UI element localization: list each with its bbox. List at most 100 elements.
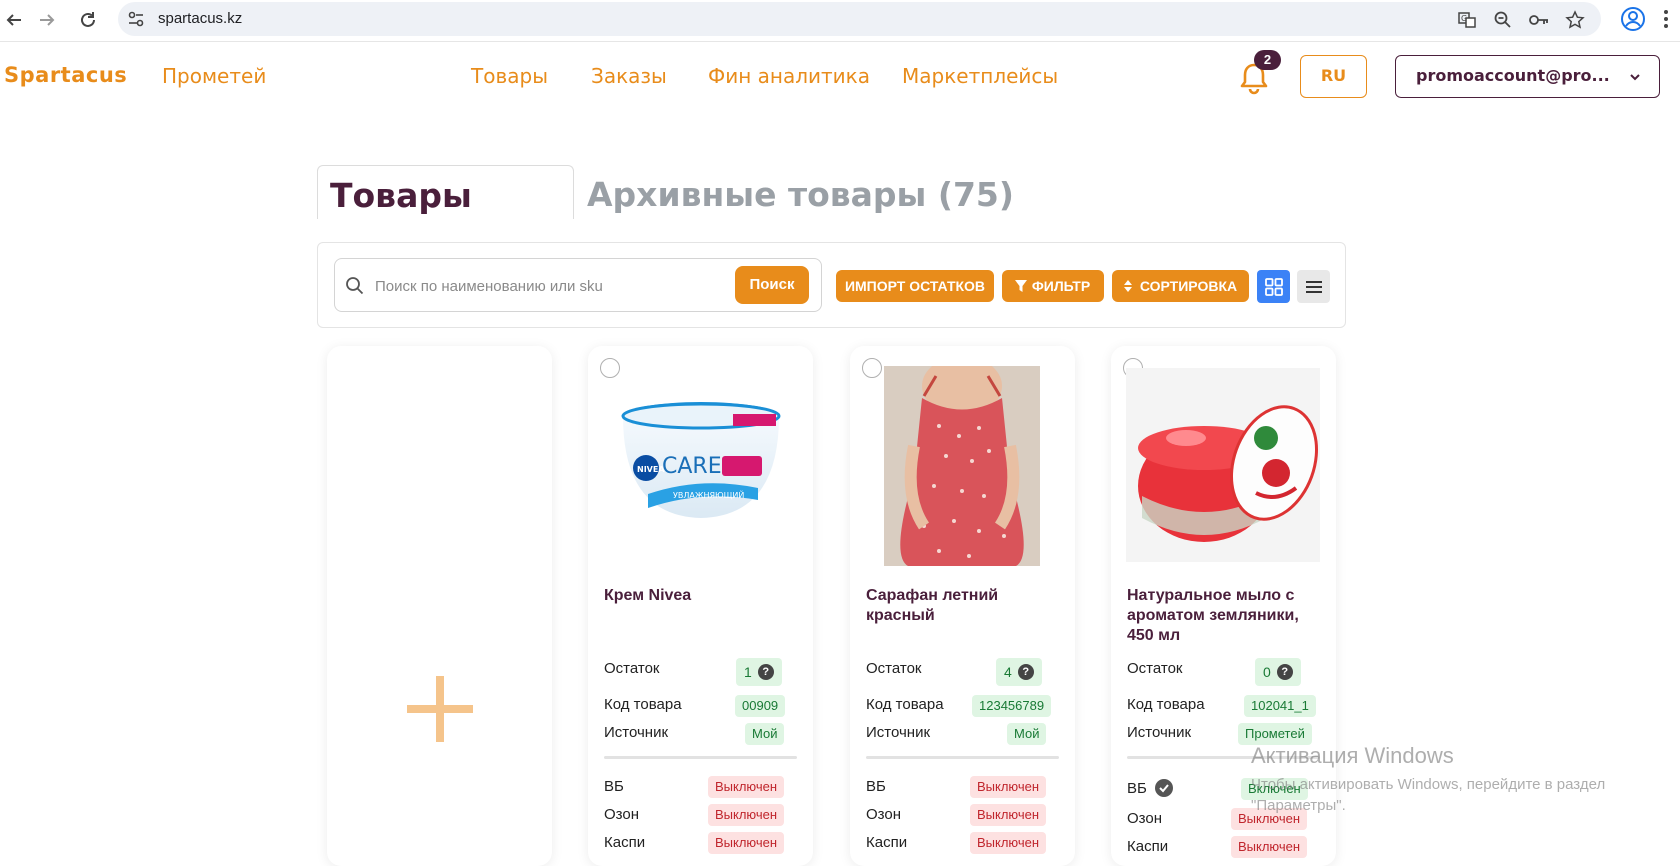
windows-activation-text: Чтобы активировать Windows, перейдите в … (1251, 776, 1606, 814)
code-label: Код товара (866, 696, 944, 713)
import-stock-button[interactable]: ИМПОРТ ОСТАТКОВ (836, 270, 994, 302)
language-button[interactable]: RU (1300, 55, 1367, 98)
kaspi-status-badge[interactable]: Выключен (1231, 836, 1308, 858)
site-settings-icon[interactable] (126, 9, 146, 29)
product-card[interactable]: Сарафан летний красный Остаток 4 ? Код т… (850, 346, 1075, 866)
stock-badge: 4 ? (996, 658, 1042, 686)
product-card[interactable]: NIVEA CARE УВЛАЖНЯЮЩИЙ Крем Nivea Остато… (588, 346, 813, 866)
bookmark-star-icon[interactable] (1564, 9, 1586, 31)
code-badge: 00909 (735, 695, 786, 717)
stock-badge: 0 ? (1255, 658, 1301, 686)
grid-view-icon[interactable] (1257, 270, 1290, 303)
svg-text:УВЛАЖНЯЮЩИЙ: УВЛАЖНЯЮЩИЙ (673, 489, 744, 500)
search-box: Поиск (334, 258, 822, 312)
wb-status-badge[interactable]: Выключен (708, 776, 785, 798)
wb-label: ВБ (866, 778, 886, 795)
translate-icon[interactable]: G (1456, 9, 1478, 31)
plus-icon (407, 676, 473, 742)
tab-products[interactable]: Товары (946) (317, 165, 574, 275)
svg-text:CARE: CARE (662, 454, 722, 479)
select-checkbox[interactable] (862, 358, 882, 378)
nav-finance[interactable]: Фин аналитика (708, 64, 870, 88)
add-product-card[interactable] (327, 346, 552, 866)
nav-prometheus[interactable]: Прометей (162, 64, 266, 88)
product-name[interactable]: Сарафан летний красный (866, 586, 1066, 626)
verified-check-icon (1155, 779, 1173, 797)
browser-menu-icon[interactable] (1656, 6, 1676, 32)
source-badge: Мой (1007, 723, 1047, 745)
url-text: spartacus.kz (158, 10, 243, 27)
help-icon[interactable]: ? (1276, 664, 1293, 680)
products-toolbar: Поиск ИМПОРТ ОСТАТКОВ ФИЛЬТР СОРТИРОВКА (317, 242, 1346, 328)
divider (604, 756, 797, 759)
source-label: Источник (604, 724, 669, 741)
kaspi-label: Каспи (604, 834, 646, 851)
help-icon[interactable]: ? (757, 664, 774, 680)
ozon-label: Озон (1127, 810, 1163, 827)
product-image-soap (1126, 368, 1320, 562)
wb-label: ВБ (1127, 780, 1147, 797)
sort-button[interactable]: СОРТИРОВКА (1112, 270, 1249, 302)
ozon-status-badge[interactable]: Выключен (970, 804, 1047, 826)
code-label: Код товара (1127, 696, 1205, 713)
account-email: promoaccount@pro... (1416, 66, 1610, 85)
kaspi-status-badge[interactable]: Выключен (970, 832, 1047, 854)
zoom-icon[interactable] (1492, 9, 1514, 31)
product-name[interactable]: Крем Nivea (604, 586, 804, 606)
nav-products[interactable]: Товары (471, 64, 548, 88)
filter-icon (1015, 280, 1027, 292)
product-image-dress (884, 366, 1040, 566)
browser-toolbar: spartacus.kz G (0, 0, 1680, 42)
wb-label: ВБ (604, 778, 624, 795)
key-icon[interactable] (1528, 9, 1550, 31)
source-label: Источник (1127, 724, 1192, 741)
sort-label: СОРТИРОВКА (1139, 278, 1238, 294)
back-icon[interactable] (0, 6, 28, 34)
logo[interactable]: Spartacus (4, 63, 127, 87)
stock-label: Остаток (866, 660, 922, 677)
filter-button[interactable]: ФИЛЬТР (1002, 270, 1104, 302)
divider (866, 756, 1059, 759)
stock-value: 0 (1263, 664, 1271, 680)
search-icon (345, 276, 365, 296)
kaspi-label: Каспи (1127, 838, 1169, 855)
stock-badge: 1 ? (736, 658, 782, 686)
nav-marketplaces[interactable]: Маркетплейсы (902, 64, 1058, 88)
stock-value: 4 (1004, 664, 1012, 680)
chevron-down-icon (1629, 56, 1641, 96)
source-badge: Мой (745, 723, 785, 745)
account-dropdown[interactable]: promoaccount@pro... (1395, 55, 1660, 98)
code-badge: 102041_1 (1244, 695, 1316, 717)
tab-archive[interactable]: Архивные товары (75) (587, 165, 1014, 219)
windows-activation-title: Активация Windows (1251, 743, 1454, 768)
kaspi-status-badge[interactable]: Выключен (708, 832, 785, 854)
search-input[interactable] (375, 273, 745, 299)
search-button[interactable]: Поиск (735, 266, 809, 304)
stock-value: 1 (744, 664, 752, 680)
filter-label: ФИЛЬТР (1031, 278, 1091, 294)
notification-badge: 2 (1254, 50, 1281, 70)
ozon-label: Озон (604, 806, 640, 823)
stock-label: Остаток (1127, 660, 1183, 677)
browser-profile-icon[interactable] (1620, 6, 1646, 32)
code-badge: 123456789 (972, 695, 1052, 717)
product-image-nivea: NIVEA CARE УВЛАЖНЯЮЩИЙ (618, 396, 784, 526)
forward-icon[interactable] (33, 6, 61, 34)
list-view-icon[interactable] (1297, 270, 1330, 303)
nav-orders[interactable]: Заказы (591, 64, 667, 88)
code-label: Код товара (604, 696, 682, 713)
address-bar[interactable]: spartacus.kz G (118, 2, 1601, 36)
source-badge: Прометей (1238, 723, 1312, 745)
wb-status-badge[interactable]: Выключен (970, 776, 1047, 798)
reload-icon[interactable] (74, 6, 102, 34)
source-label: Источник (866, 724, 931, 741)
sort-icon (1124, 280, 1132, 292)
product-name[interactable]: Натуральное мыло с ароматом земляники, 4… (1127, 586, 1327, 646)
select-checkbox[interactable] (600, 358, 620, 378)
kaspi-label: Каспи (866, 834, 908, 851)
stock-label: Остаток (604, 660, 660, 677)
help-icon[interactable]: ? (1017, 664, 1034, 680)
ozon-status-badge[interactable]: Выключен (708, 804, 785, 826)
app-header: Spartacus Прометей Товары Заказы Фин ана… (0, 43, 1680, 109)
ozon-label: Озон (866, 806, 902, 823)
